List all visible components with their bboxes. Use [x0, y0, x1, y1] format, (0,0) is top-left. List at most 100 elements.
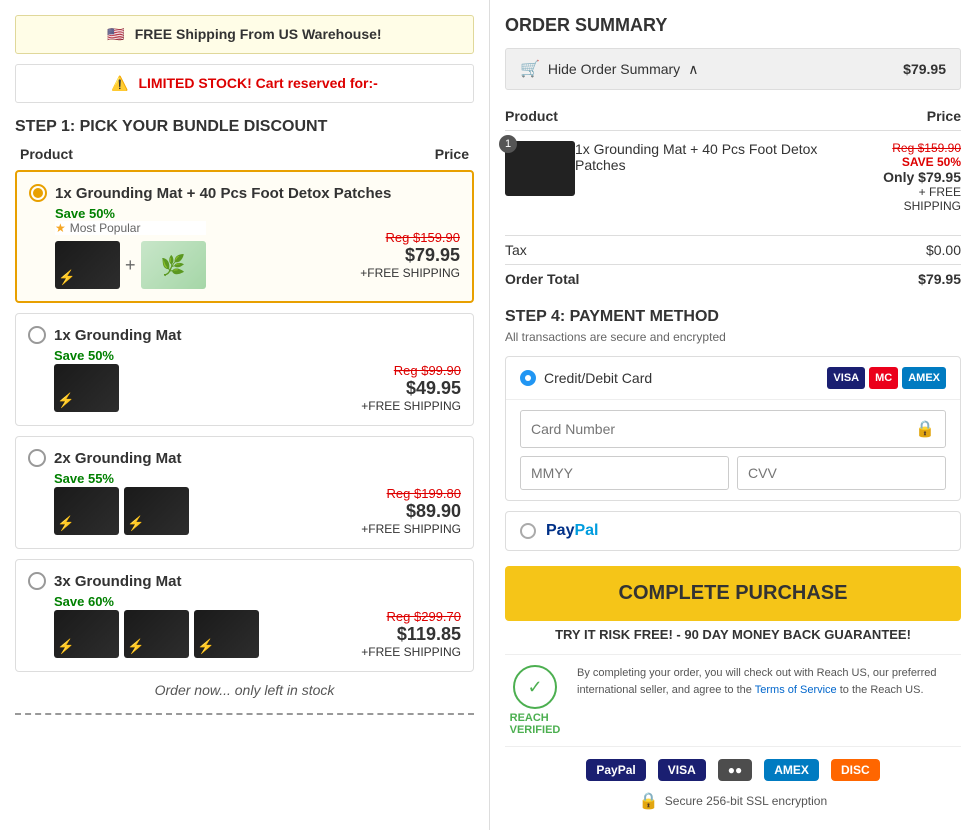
th-product: Product — [505, 102, 854, 131]
paypal-logo-bottom: PayPal — [586, 759, 645, 781]
amex-icon: AMEX — [902, 367, 946, 389]
section-title: STEP 1: PICK YOUR BUNDLE DISCOUNT — [15, 118, 474, 136]
plus-icon: + — [125, 255, 136, 276]
stock-text: LIMITED STOCK! Cart reserved for:- — [138, 75, 377, 91]
terms-of-service-link[interactable]: Terms of Service — [755, 684, 837, 696]
tax-label: Tax — [505, 242, 527, 258]
sale-price-4: $119.85 — [361, 624, 461, 645]
visa-icon: VISA — [827, 367, 865, 389]
order-total-row: Order Total $79.95 — [505, 264, 961, 293]
product-option-4[interactable]: 3x Grounding Mat Save 60% Reg $299.70 $1… — [15, 559, 474, 672]
item-qty-badge: 1 — [499, 135, 517, 153]
item-reg-price: Reg $159.90 — [862, 141, 961, 155]
mat-image-3b — [124, 487, 189, 535]
mat-image-3a — [54, 487, 119, 535]
cvv-input[interactable] — [737, 456, 946, 490]
mat-image-1 — [55, 241, 120, 289]
product-option-2[interactable]: 1x Grounding Mat Save 50% Reg $99.90 $49… — [15, 313, 474, 426]
card-number-row: 🔒 — [520, 410, 946, 448]
credit-radio[interactable] — [520, 370, 536, 386]
purchase-sub: TRY IT RISK FREE! - 90 DAY MONEY BACK GU… — [505, 627, 961, 642]
product-option-1[interactable]: 1x Grounding Mat + 40 Pcs Foot Detox Pat… — [15, 170, 474, 303]
option-save-1: Save 50% — [55, 206, 460, 221]
card-number-input[interactable] — [531, 421, 915, 437]
paypal-p2: Pal — [574, 522, 598, 539]
reg-price-1: Reg $159.90 — [360, 230, 460, 245]
payment-subtitle: All transactions are secure and encrypte… — [505, 330, 961, 344]
sale-price-3: $89.90 — [361, 501, 461, 522]
right-panel: ORDER SUMMARY 🛒 Hide Order Summary ∧ $79… — [490, 0, 976, 830]
toggle-label: Hide Order Summary — [548, 61, 680, 77]
mastercard-icon: MC — [869, 367, 898, 389]
credit-label: Credit/Debit Card — [544, 370, 652, 386]
pricing-1: Reg $159.90 $79.95 +FREE SHIPPING — [360, 230, 460, 280]
flag-icon: 🇺🇸 — [107, 26, 124, 42]
reg-price-3: Reg $199.80 — [361, 486, 461, 501]
product-images-3 — [54, 487, 189, 535]
paypal-radio[interactable] — [520, 523, 536, 539]
radio-opt3[interactable] — [28, 449, 46, 467]
pricing-2: Reg $99.90 $49.95 +FREE SHIPPING — [361, 363, 461, 413]
option-save-3: Save 55% — [54, 471, 461, 486]
column-headers: Product Price — [15, 146, 474, 162]
shipping-banner-text: FREE Shipping From US Warehouse! — [135, 26, 382, 42]
cart-icon: 🛒 — [520, 59, 540, 79]
radio-opt4[interactable] — [28, 572, 46, 590]
summary-toggle[interactable]: 🛒 Hide Order Summary ∧ $79.95 — [505, 48, 961, 90]
paypal-method[interactable]: PayPal — [505, 511, 961, 551]
method-label-area: Credit/Debit Card — [520, 370, 652, 386]
option-save-2: Save 50% — [54, 348, 461, 363]
popular-badge-1: ★ Most Popular — [55, 221, 206, 235]
col-product: Product — [20, 146, 73, 162]
pricing-3: Reg $199.80 $89.90 +FREE SHIPPING — [361, 486, 461, 536]
free-ship-2: +FREE SHIPPING — [361, 399, 461, 413]
shipping-banner: 🇺🇸 FREE Shipping From US Warehouse! — [15, 15, 474, 54]
product-option-3[interactable]: 2x Grounding Mat Save 55% Reg $199.80 $8… — [15, 436, 474, 549]
order-total-label: Order Total — [505, 271, 579, 287]
item-price-col: Reg $159.90 SAVE 50% Only $79.95 + FREE … — [854, 131, 961, 224]
option-title-1: 1x Grounding Mat + 40 Pcs Foot Detox Pat… — [55, 185, 391, 202]
amex-logo-bottom: AMEX — [764, 759, 819, 781]
item-title: 1x Grounding Mat + 40 Pcs Foot Detox Pat… — [575, 141, 854, 173]
option-title-2: 1x Grounding Mat — [54, 327, 182, 344]
radio-opt1[interactable] — [29, 184, 47, 202]
item-description: 1x Grounding Mat + 40 Pcs Foot Detox Pat… — [575, 131, 854, 224]
sale-price-2: $49.95 — [361, 378, 461, 399]
left-panel: 🇺🇸 FREE Shipping From US Warehouse! ⚠️ L… — [0, 0, 490, 830]
order-now-text: Order now... only left in stock — [15, 682, 474, 698]
ssl-lock-icon: 🔒 — [639, 791, 659, 811]
dashed-divider — [15, 713, 474, 715]
payment-title: STEP 4: PAYMENT METHOD — [505, 308, 961, 326]
mat-image-4c — [194, 610, 259, 658]
th-price: Price — [854, 102, 961, 131]
paypal-logo: PayPal — [546, 522, 598, 540]
item-thumbnail: 1 — [505, 141, 575, 196]
order-total-value: $79.95 — [918, 271, 961, 287]
item-save-badge: SAVE 50% — [862, 155, 961, 169]
warning-icon: ⚠️ — [111, 75, 128, 91]
reach-verified-text: REACHVERIFIED — [510, 712, 561, 736]
credit-card-header[interactable]: Credit/Debit Card VISA MC AMEX — [506, 357, 960, 399]
item-only-price: Only $79.95 — [862, 169, 961, 185]
credit-card-method[interactable]: Credit/Debit Card VISA MC AMEX 🔒 — [505, 356, 961, 501]
order-summary-title: ORDER SUMMARY — [505, 15, 961, 36]
summary-totals: Tax $0.00 Order Total $79.95 — [505, 235, 961, 293]
star-icon: ★ — [55, 221, 66, 235]
summary-item-row: 1 1x Grounding Mat + 40 Pcs Foot Detox P… — [505, 131, 961, 224]
reach-verified-section: ✓ REACHVERIFIED By completing your order… — [505, 654, 961, 747]
tax-value: $0.00 — [926, 242, 961, 258]
radio-opt2[interactable] — [28, 326, 46, 344]
mmyy-input[interactable] — [520, 456, 729, 490]
item-free-ship: + FREE SHIPPING — [862, 185, 961, 213]
option-save-4: Save 60% — [54, 594, 461, 609]
option-title-3: 2x Grounding Mat — [54, 450, 182, 467]
free-ship-4: +FREE SHIPPING — [361, 645, 461, 659]
payment-logos: PayPal VISA ●● AMEX DISC — [505, 759, 961, 781]
lock-icon: 🔒 — [915, 419, 935, 439]
mat-image-2 — [54, 364, 119, 412]
chevron-icon: ∧ — [688, 61, 698, 78]
sale-price-1: $79.95 — [360, 245, 460, 266]
card-row2 — [520, 456, 946, 490]
toggle-left: 🛒 Hide Order Summary ∧ — [520, 59, 698, 79]
purchase-button[interactable]: COMPLETE PURCHASE — [505, 566, 961, 621]
